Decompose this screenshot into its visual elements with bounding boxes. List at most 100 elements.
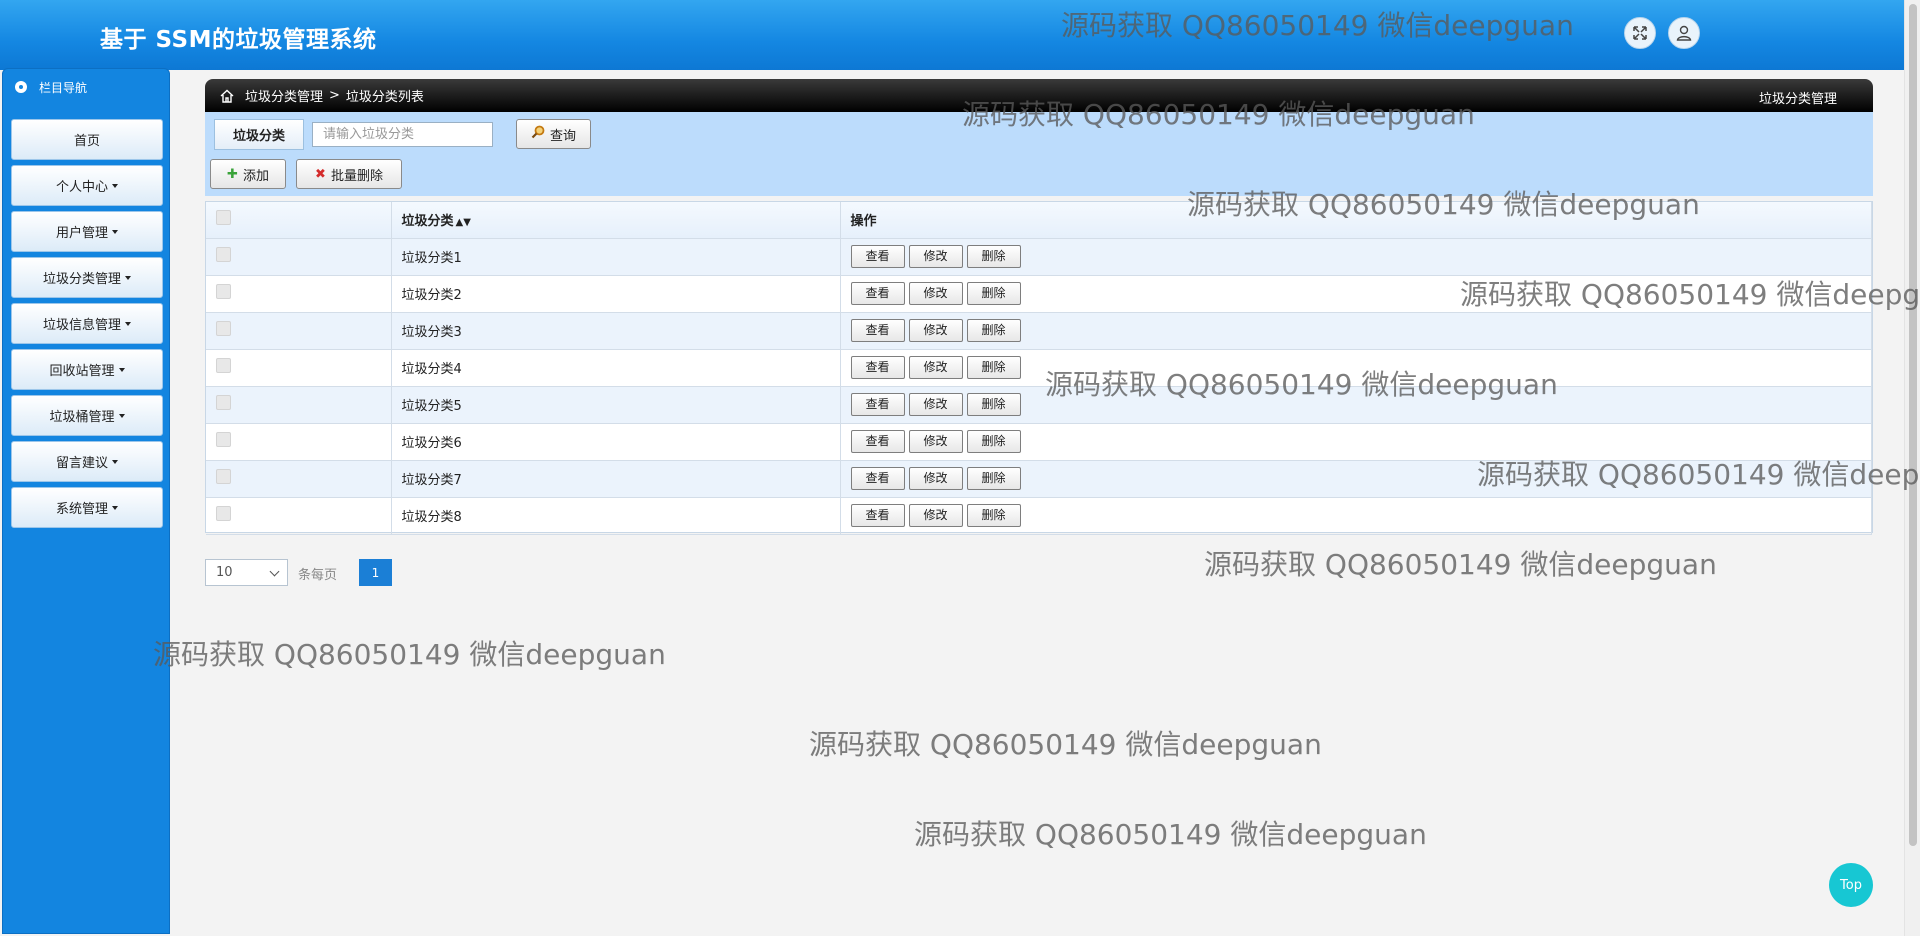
actions-cell: 查看 修改 删除: [840, 349, 1872, 387]
app-root: 基于 SSM的垃圾管理系统 栏目导航 首页 个人中心 用户管理 垃圾分类管理 垃…: [0, 0, 1920, 936]
sidebar-item-home[interactable]: 首页: [11, 119, 163, 160]
page-title: 垃圾分类管理: [1758, 92, 1837, 107]
row-select-cell: [206, 275, 392, 313]
delete-button[interactable]: 删除: [966, 393, 1021, 416]
category-cell: 垃圾分类6: [391, 423, 841, 461]
column-header-category[interactable]: 垃圾分类 ▲▼: [391, 202, 841, 239]
row-checkbox[interactable]: [216, 358, 231, 373]
watermark: 源码获取 QQ86050149 微信deepguan: [1204, 548, 1717, 581]
sidebar-item-personal-center[interactable]: 个人中心: [11, 165, 163, 206]
row-checkbox[interactable]: [216, 432, 231, 447]
batch-delete-button[interactable]: ✖ 批量删除: [296, 159, 402, 189]
delete-button[interactable]: 删除: [966, 245, 1021, 268]
edit-button[interactable]: 修改: [908, 356, 963, 379]
page-size-select[interactable]: 10: [205, 559, 288, 586]
edit-button[interactable]: 修改: [908, 504, 963, 527]
row-checkbox[interactable]: [216, 395, 231, 410]
row-checkbox[interactable]: [216, 506, 231, 521]
caret-down-icon: [125, 321, 131, 326]
actions-cell: 查看 修改 删除: [840, 386, 1872, 424]
actions-cell: 查看 修改 删除: [840, 275, 1872, 313]
search-icon: [531, 125, 545, 143]
view-button[interactable]: 查看: [850, 467, 905, 490]
view-button[interactable]: 查看: [850, 282, 905, 305]
row-select-cell: [206, 460, 392, 498]
add-button-label: 添加: [242, 168, 269, 184]
sidebar-item-category-management[interactable]: 垃圾分类管理: [11, 257, 163, 298]
sidebar-item-label: 用户管理: [55, 226, 108, 241]
view-button[interactable]: 查看: [850, 245, 905, 268]
row-checkbox[interactable]: [216, 321, 231, 336]
delete-button[interactable]: 删除: [966, 430, 1021, 453]
search-input[interactable]: [312, 122, 493, 147]
view-button[interactable]: 查看: [850, 319, 905, 342]
delete-button[interactable]: 删除: [966, 282, 1021, 305]
watermark: 源码获取 QQ86050149 微信deepguan: [809, 728, 1322, 761]
search-button[interactable]: 查询: [516, 119, 591, 149]
view-button[interactable]: 查看: [850, 430, 905, 453]
top-header: 基于 SSM的垃圾管理系统: [0, 0, 1904, 70]
delete-button[interactable]: 删除: [966, 504, 1021, 527]
view-button[interactable]: 查看: [850, 393, 905, 416]
select-all-checkbox[interactable]: [216, 210, 231, 226]
per-page-label: 条每页: [298, 568, 338, 583]
sidebar-item-system[interactable]: 系统管理: [11, 487, 163, 528]
plus-icon: ✚: [227, 166, 238, 182]
row-checkbox[interactable]: [216, 284, 231, 299]
edit-button[interactable]: 修改: [908, 467, 963, 490]
category-cell: 垃圾分类3: [391, 312, 841, 350]
watermark: 源码获取 QQ86050149 微信deepguan: [914, 818, 1427, 851]
sidebar-item-recycle-station[interactable]: 回收站管理: [11, 349, 163, 390]
column-header-actions: 操作: [840, 202, 1872, 239]
delete-button[interactable]: 删除: [966, 467, 1021, 490]
edit-button[interactable]: 修改: [908, 430, 963, 453]
sidebar-heading: 栏目导航: [3, 69, 169, 105]
home-icon[interactable]: [219, 88, 235, 104]
page-number-current[interactable]: 1: [359, 559, 392, 586]
sidebar-item-label: 垃圾桶管理: [49, 410, 115, 425]
add-button[interactable]: ✚ 添加: [210, 159, 286, 189]
row-select-cell: [206, 312, 392, 350]
scrollbar-thumb[interactable]: [1909, 4, 1917, 846]
delete-button[interactable]: 删除: [966, 356, 1021, 379]
caret-down-icon: [112, 505, 118, 510]
row-select-cell: [206, 497, 392, 535]
view-button[interactable]: 查看: [850, 504, 905, 527]
sidebar-item-trash-bin[interactable]: 垃圾桶管理: [11, 395, 163, 436]
column-header-label: 垃圾分类: [401, 214, 454, 230]
row-select-cell: [206, 238, 392, 276]
page-scrollbar[interactable]: [1904, 0, 1920, 936]
sidebar-item-user-management[interactable]: 用户管理: [11, 211, 163, 252]
table-row: 垃圾分类7 查看 修改 删除: [206, 460, 1872, 498]
edit-button[interactable]: 修改: [908, 282, 963, 305]
edit-button[interactable]: 修改: [908, 319, 963, 342]
close-icon: ✖: [315, 166, 326, 182]
actions-cell: 查看 修改 删除: [840, 238, 1872, 276]
row-checkbox[interactable]: [216, 469, 231, 484]
category-cell: 垃圾分类5: [391, 386, 841, 424]
sidebar-item-garbage-info[interactable]: 垃圾信息管理: [11, 303, 163, 344]
sidebar-item-feedback[interactable]: 留言建议: [11, 441, 163, 482]
fullscreen-icon[interactable]: [1624, 17, 1656, 49]
table-body: 垃圾分类1 查看 修改 删除 垃圾分类2 查看 修改 删除 垃圾分类3 查看 修改 删除 垃圾分类4 查看…: [206, 238, 1872, 535]
category-cell: 垃圾分类2: [391, 275, 841, 313]
breadcrumb-section[interactable]: 垃圾分类管理: [245, 86, 323, 105]
sidebar-item-label: 垃圾信息管理: [42, 318, 121, 333]
category-table: 垃圾分类 ▲▼ 操作 垃圾分类1 查看 修改 删除 垃圾分类2 查看 修改 删除 垃圾分类3 查看修…: [205, 201, 1873, 535]
row-checkbox[interactable]: [216, 247, 231, 262]
table-row: 垃圾分类2 查看 修改 删除: [206, 275, 1872, 313]
watermark: 源码获取 QQ86050149 微信deepguan: [153, 638, 666, 671]
sidebar-item-label: 留言建议: [55, 456, 108, 471]
sort-icon[interactable]: ▲▼: [456, 217, 471, 228]
user-icon[interactable]: [1668, 17, 1700, 49]
caret-down-icon: [112, 229, 118, 234]
edit-button[interactable]: 修改: [908, 245, 963, 268]
edit-button[interactable]: 修改: [908, 393, 963, 416]
back-to-top-button[interactable]: Top: [1829, 863, 1873, 907]
sidebar-item-label: 个人中心: [55, 180, 108, 195]
view-button[interactable]: 查看: [850, 356, 905, 379]
app-title: 基于 SSM的垃圾管理系统: [100, 27, 377, 53]
delete-button[interactable]: 删除: [966, 319, 1021, 342]
breadcrumb-page: 垃圾分类列表: [345, 90, 424, 105]
batch-delete-button-label: 批量删除: [330, 168, 383, 184]
